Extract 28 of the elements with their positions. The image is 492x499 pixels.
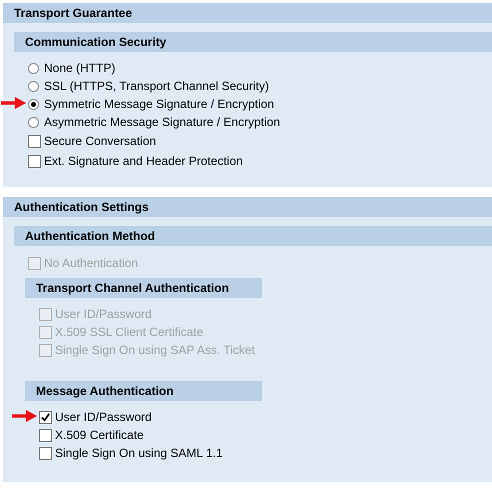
radio-button[interactable] [28, 98, 39, 110]
option-label: Single Sign On using SAML 1.1 [55, 446, 223, 460]
checkbox[interactable] [39, 446, 52, 460]
option-label: X.509 SSL Client Certificate [55, 325, 204, 339]
option-label: Asymmetric Message Signature / Encryption [44, 115, 280, 129]
option-label: Secure Conversation [44, 134, 156, 148]
option-label: SSL (HTTPS, Transport Channel Security) [44, 79, 269, 93]
option-label: Symmetric Message Signature / Encryption [44, 97, 274, 111]
group-header: Communication Security [14, 32, 492, 52]
radio-button[interactable] [28, 62, 39, 74]
group-header: Authentication Method [14, 226, 492, 246]
checkbox[interactable] [28, 154, 41, 168]
checkbox[interactable] [39, 428, 52, 442]
option-label: User ID/Password [55, 410, 152, 424]
section-header: Transport Guarantee [3, 3, 492, 23]
radio-button[interactable] [28, 116, 39, 128]
option-label: None (HTTP) [44, 61, 116, 75]
option-label: Single Sign On using SAP Ass. Ticket [55, 343, 255, 357]
radio-button[interactable] [28, 80, 39, 92]
checkbox[interactable] [28, 134, 41, 148]
option-label: No Authentication [44, 256, 138, 270]
group-header: Message Authentication [25, 381, 262, 401]
checkbox[interactable] [39, 410, 52, 424]
option-label: User ID/Password [55, 307, 152, 321]
option-label: X.509 Certificate [55, 428, 144, 442]
group-header: Transport Channel Authentication [25, 278, 262, 298]
option-label: Ext. Signature and Header Protection [44, 154, 243, 168]
section-header: Authentication Settings [3, 197, 492, 217]
